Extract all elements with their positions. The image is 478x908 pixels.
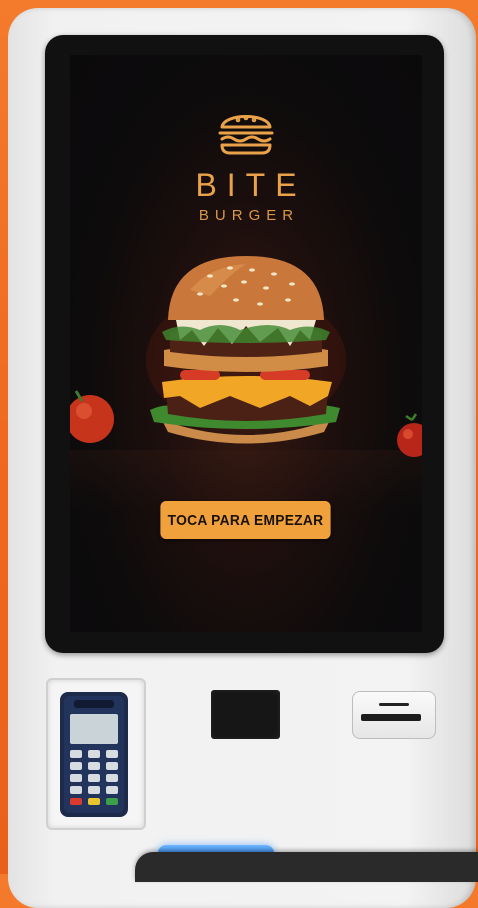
- burger-icon: [216, 105, 276, 166]
- card-terminal[interactable]: [60, 692, 128, 822]
- start-button[interactable]: TOCA PARA EMPEZAR: [160, 501, 331, 539]
- kiosk-base: [135, 852, 478, 882]
- burger-photo: [140, 250, 352, 455]
- qr-scanner: [211, 690, 280, 739]
- receipt-printer: [352, 691, 436, 739]
- printer-slot[interactable]: [361, 714, 421, 721]
- kiosk-screen[interactable]: BITE BURGER TOCA PARA EMPEZAR: [70, 55, 422, 632]
- brand-tagline: BURGER: [198, 207, 300, 224]
- printer-indicator: [379, 703, 409, 706]
- tomato-right-image: [390, 410, 422, 465]
- tomato-left-image: [70, 385, 122, 450]
- brand-name: BITE: [195, 167, 307, 203]
